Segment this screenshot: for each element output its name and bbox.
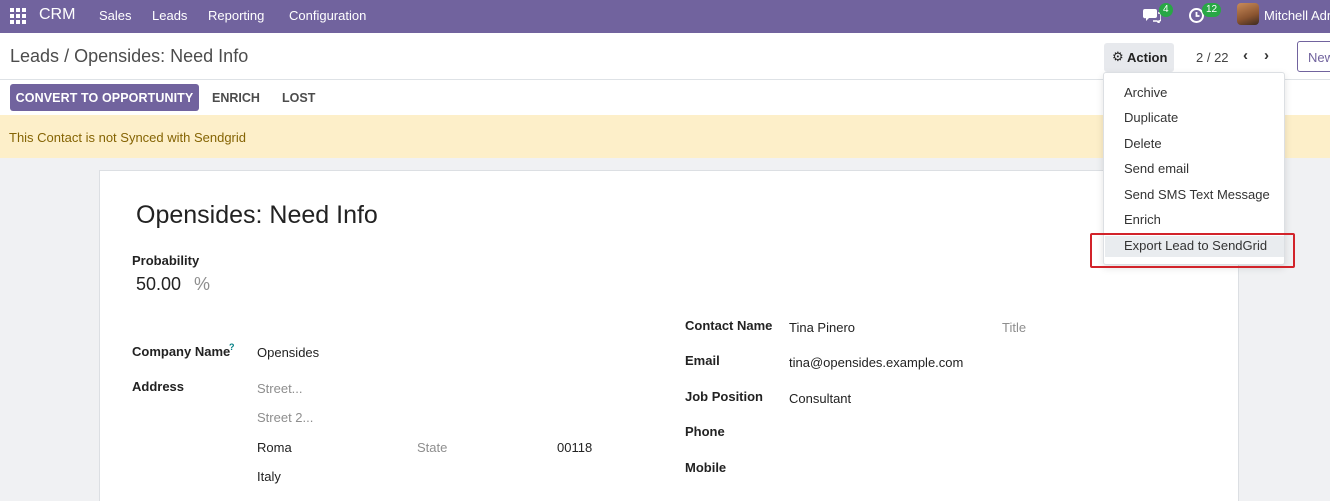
gear-icon: ⚙ xyxy=(1112,49,1124,64)
probability-unit: % xyxy=(194,274,211,294)
contact-title-field[interactable]: Title xyxy=(1002,320,1026,335)
lead-title[interactable]: Opensides: Need Info xyxy=(136,201,378,230)
user-menu[interactable]: Mitchell Admin xyxy=(1264,8,1330,23)
action-button[interactable]: ⚙ Action xyxy=(1104,43,1174,72)
city-field[interactable]: Roma xyxy=(257,440,292,455)
contact-name-field[interactable]: Tina Pinero xyxy=(789,320,855,335)
job-position-field[interactable]: Consultant xyxy=(789,391,851,406)
country-field[interactable]: Italy xyxy=(257,469,281,484)
menu-sales[interactable]: Sales xyxy=(99,8,132,23)
apps-grid-icon[interactable] xyxy=(10,8,26,24)
menu-configuration[interactable]: Configuration xyxy=(289,8,366,23)
probability-input[interactable]: 50.00 xyxy=(136,274,181,295)
menu-item-enrich[interactable]: Enrich xyxy=(1124,212,1161,227)
avatar[interactable] xyxy=(1237,3,1259,25)
enrich-button[interactable]: ENRICH xyxy=(212,91,260,105)
messages-button[interactable]: 4 xyxy=(1142,0,1176,33)
menu-item-archive[interactable]: Archive xyxy=(1124,85,1167,100)
probability-label: Probability xyxy=(132,253,200,268)
menu-item-duplicate[interactable]: Duplicate xyxy=(1124,110,1178,125)
zip-field[interactable]: 00118 xyxy=(557,440,592,455)
breadcrumb-current: Opensides: Need Info xyxy=(74,46,249,66)
menu-item-send-email[interactable]: Send email xyxy=(1124,161,1189,176)
help-tooltip-icon[interactable]: ? xyxy=(229,342,235,352)
email-field[interactable]: tina@opensides.example.com xyxy=(789,355,963,370)
street2-field[interactable]: Street 2... xyxy=(257,410,313,425)
company-name-field[interactable]: Opensides xyxy=(257,345,319,360)
mobile-label: Mobile xyxy=(685,460,727,475)
company-name-label: Company Name xyxy=(132,344,231,359)
job-position-label: Job Position xyxy=(685,389,763,404)
activities-count-badge: 12 xyxy=(1202,3,1222,17)
action-button-label: Action xyxy=(1127,50,1168,65)
email-label: Email xyxy=(685,353,720,368)
chevron-left-icon[interactable]: ‹ xyxy=(1243,47,1257,64)
breadcrumb-separator: / xyxy=(64,46,70,66)
pager-value[interactable]: 2 / 22 xyxy=(1196,50,1229,65)
menu-item-delete[interactable]: Delete xyxy=(1124,136,1162,151)
menu-reporting[interactable]: Reporting xyxy=(208,8,264,23)
convert-to-opportunity-button[interactable]: CONVERT TO OPPORTUNITY xyxy=(10,84,199,111)
highlight-annotation xyxy=(1090,233,1295,268)
address-label: Address xyxy=(132,379,185,394)
top-navbar: CRM Sales Leads Reporting Configuration … xyxy=(0,0,1330,33)
app-brand[interactable]: CRM xyxy=(39,6,75,24)
alert-text: This Contact is not Synced with Sendgrid xyxy=(9,130,247,145)
contact-name-label: Contact Name xyxy=(685,318,773,333)
messages-count-badge: 4 xyxy=(1159,3,1173,17)
menu-item-send-sms[interactable]: Send SMS Text Message xyxy=(1124,187,1270,202)
street-field[interactable]: Street... xyxy=(257,381,303,396)
state-field[interactable]: State xyxy=(417,440,447,455)
chevron-right-icon[interactable]: › xyxy=(1264,47,1278,64)
menu-leads[interactable]: Leads xyxy=(152,8,187,23)
new-button[interactable]: New xyxy=(1297,41,1330,72)
activities-button[interactable]: 12 xyxy=(1187,0,1223,33)
breadcrumb: Leads / Opensides: Need Info xyxy=(10,46,248,67)
breadcrumb-leads-link[interactable]: Leads xyxy=(10,46,59,66)
lost-button[interactable]: LOST xyxy=(282,91,315,105)
phone-label: Phone xyxy=(685,424,725,439)
